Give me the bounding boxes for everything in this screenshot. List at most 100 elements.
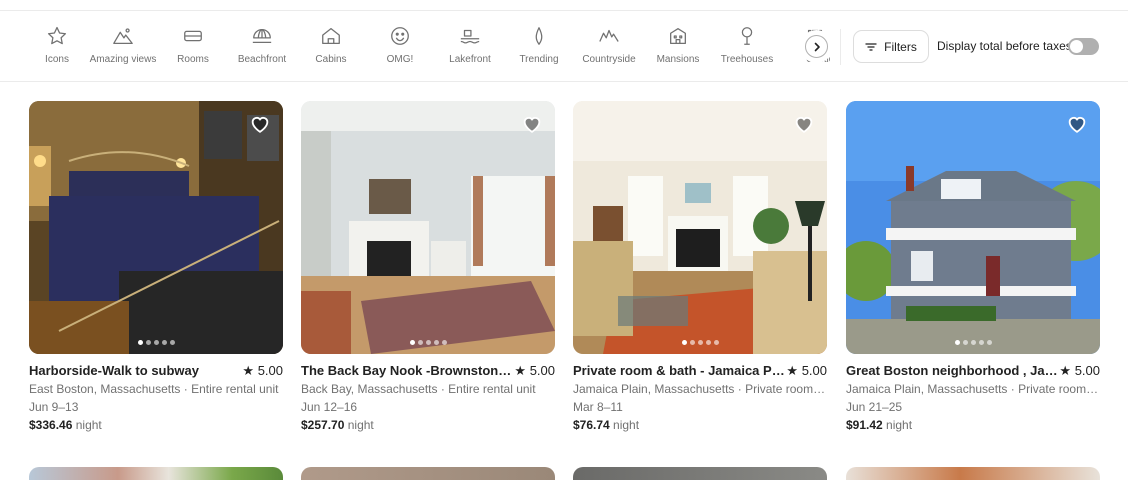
next-categories-button[interactable]: [805, 35, 828, 58]
listing-photo-next-row[interactable]: [846, 467, 1100, 480]
umbrella-icon: [252, 28, 272, 44]
taxes-toggle[interactable]: [1068, 38, 1099, 55]
heart-icon[interactable]: [521, 113, 543, 135]
listing-photo[interactable]: [846, 101, 1100, 354]
listing-photo[interactable]: [301, 101, 555, 354]
listing-subtitle: Jamaica Plain, Massachusetts · Private r…: [573, 382, 827, 396]
listing-title: Great Boston neighborhood , Jamaica Plai…: [846, 363, 1058, 378]
listing-rating: ★ 5.00: [242, 363, 283, 378]
carousel-dot[interactable]: [433, 340, 439, 345]
category-label: Countryside: [582, 54, 636, 65]
category-icons[interactable]: Icons: [22, 25, 92, 69]
listing-dates: Jun 21–25: [846, 400, 903, 414]
lake-icon: [460, 29, 480, 44]
category-bar: Icons Amazing views Rooms Beachfront Cab…: [0, 11, 1128, 82]
price-amount: $91.42: [846, 418, 883, 432]
carousel-dot[interactable]: [970, 340, 976, 345]
listing-dates: Jun 12–16: [301, 400, 358, 414]
listing-price: $257.70 night: [301, 418, 555, 433]
category-countryside[interactable]: Countryside: [574, 25, 644, 69]
carousel-dot[interactable]: [417, 340, 423, 345]
listing-card[interactable]: Great Boston neighborhood , Jamaica Plai…: [846, 101, 1100, 433]
price-amount: $76.74: [573, 418, 610, 432]
listing-rating: ★ 5.00: [1059, 363, 1100, 378]
listing-price: $336.46 night: [29, 418, 283, 433]
category-label: Beachfront: [237, 54, 287, 65]
category-lakefront[interactable]: Lakefront: [435, 25, 505, 69]
filter-icon: [865, 42, 877, 51]
category-label: Icons: [45, 54, 69, 65]
price-unit: night: [613, 418, 640, 432]
category-cabins[interactable]: Cabins: [296, 25, 366, 69]
listing-photo-next-row[interactable]: [29, 467, 283, 480]
carousel-dot[interactable]: [441, 340, 447, 345]
heart-icon[interactable]: [249, 113, 271, 135]
mountain-view-icon: [113, 28, 133, 44]
star-icon: [47, 26, 67, 45]
carousel-dot[interactable]: [986, 340, 992, 345]
listing-subtitle: Jamaica Plain, Massachusetts · Private r…: [846, 382, 1100, 396]
mountains-icon: [599, 29, 619, 42]
cabin-icon: [322, 28, 340, 44]
carousel-dot[interactable]: [425, 340, 431, 345]
carousel-dot[interactable]: [145, 340, 151, 345]
living-room-photo: [301, 101, 555, 354]
category-amazing-views[interactable]: Amazing views: [88, 25, 158, 69]
category-label: Treehouses: [720, 54, 774, 65]
carousel-dot[interactable]: [954, 340, 960, 345]
listing-title: Harborside-Walk to subway: [29, 363, 199, 378]
category-omg[interactable]: OMG!: [365, 25, 435, 69]
price-unit: night: [886, 418, 913, 432]
listing-photo-next-row[interactable]: [301, 467, 555, 480]
filters-label: Filters: [884, 39, 917, 54]
toggle-knob: [1070, 40, 1083, 53]
carousel-dot[interactable]: [705, 340, 711, 345]
carousel-dot[interactable]: [689, 340, 695, 345]
price-amount: $257.70: [301, 418, 345, 432]
listing-photo-next-row[interactable]: [573, 467, 827, 480]
listing-card[interactable]: The Back Bay Nook -Brownstone in Back Ba…: [301, 101, 555, 433]
listing-card[interactable]: Harborside-Walk to subway ★ 5.00 East Bo…: [29, 101, 283, 433]
tree-icon: [741, 27, 753, 45]
category-beachfront[interactable]: Beachfront: [227, 25, 297, 69]
listing-dates: Jun 9–13: [29, 400, 79, 414]
listing-rating: ★ 5.00: [786, 363, 827, 378]
carousel-dot[interactable]: [161, 340, 167, 345]
listing-price: $76.74 night: [573, 418, 827, 433]
listing-photo[interactable]: [29, 101, 283, 354]
category-treehouses[interactable]: Treehouses: [712, 25, 782, 69]
listing-photo[interactable]: [573, 101, 827, 354]
carousel-dot[interactable]: [681, 340, 687, 345]
bed-icon: [184, 30, 202, 42]
bedroom-photo: [29, 101, 283, 354]
taxes-label: Display total before taxes: [937, 39, 1072, 53]
category-rooms[interactable]: Rooms: [158, 25, 228, 69]
filters-button[interactable]: Filters: [853, 30, 929, 63]
carousel-dot[interactable]: [169, 340, 175, 345]
category-label: Amazing views: [89, 54, 157, 65]
category-label: OMG!: [386, 54, 414, 65]
price-amount: $336.46: [29, 418, 73, 432]
carousel-dot[interactable]: [978, 340, 984, 345]
category-list: Icons Amazing views Rooms Beachfront Cab…: [22, 11, 830, 81]
heart-icon[interactable]: [1066, 113, 1088, 135]
category-mansions[interactable]: Mansions: [643, 25, 713, 69]
carousel-dot[interactable]: [137, 340, 143, 345]
listing-title: Private room & bath - Jamaica Plain: [573, 363, 785, 378]
carousel-dot[interactable]: [697, 340, 703, 345]
carousel-dot[interactable]: [962, 340, 968, 345]
carousel-dot[interactable]: [153, 340, 159, 345]
listing-price: $91.42 night: [846, 418, 1100, 433]
listing-subtitle: East Boston, Massachusetts · Entire rent…: [29, 382, 279, 396]
heart-icon[interactable]: [793, 113, 815, 135]
category-label: Cabins: [315, 54, 347, 65]
carousel-dot[interactable]: [713, 340, 719, 345]
category-trending[interactable]: Trending: [504, 25, 574, 69]
category-label: Trending: [519, 54, 559, 65]
flame-icon: [535, 27, 543, 45]
carousel-dots: [29, 340, 283, 345]
listing-title: The Back Bay Nook -Brownstone in Back Ba…: [301, 363, 513, 378]
price-unit: night: [347, 418, 374, 432]
carousel-dot[interactable]: [409, 340, 415, 345]
listing-card[interactable]: Private room & bath - Jamaica Plain ★ 5.…: [573, 101, 827, 433]
